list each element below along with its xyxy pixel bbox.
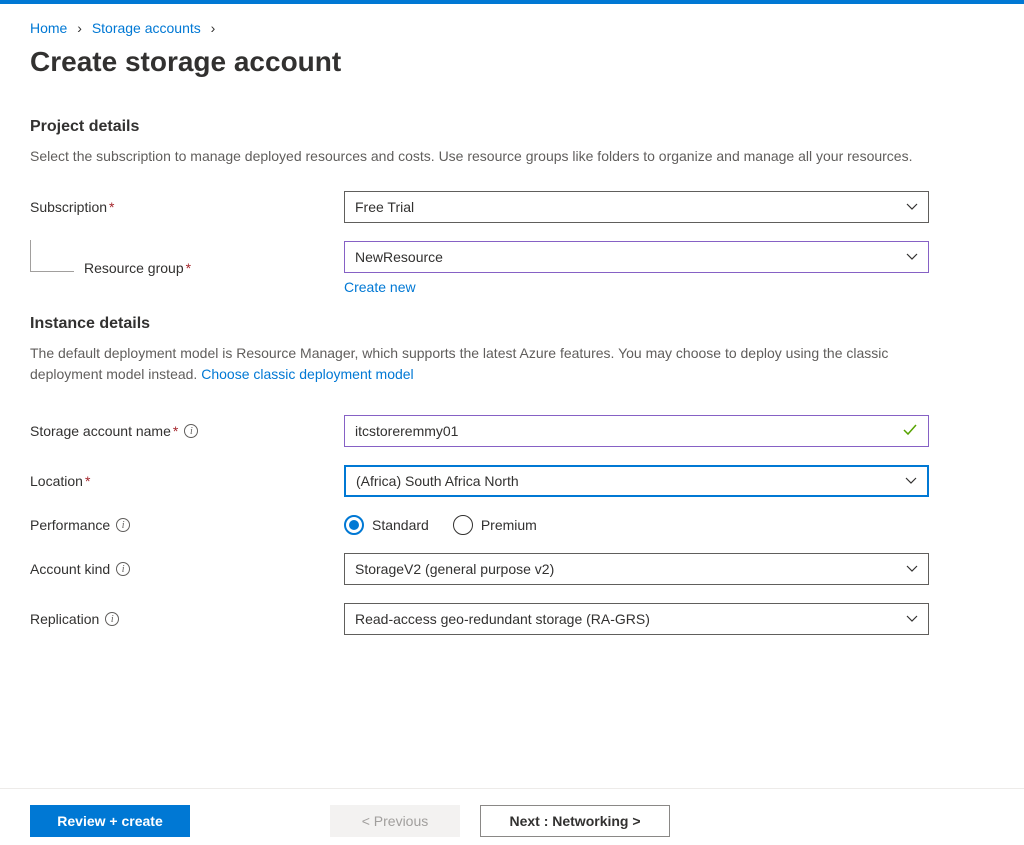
account-kind-select[interactable]: StorageV2 (general purpose v2)	[344, 553, 929, 585]
checkmark-icon	[902, 422, 918, 441]
storage-account-name-label: Storage account name* i	[30, 423, 344, 439]
location-select[interactable]: (Africa) South Africa North	[344, 465, 929, 497]
breadcrumb-storage-accounts[interactable]: Storage accounts	[92, 20, 201, 36]
performance-premium-label: Premium	[481, 517, 537, 533]
chevron-down-icon	[906, 563, 918, 575]
radio-selected-icon	[344, 515, 364, 535]
subscription-select[interactable]: Free Trial	[344, 191, 929, 223]
info-icon[interactable]: i	[116, 562, 130, 576]
resource-group-select[interactable]: NewResource	[344, 241, 929, 273]
replication-select[interactable]: Read-access geo-redundant storage (RA-GR…	[344, 603, 929, 635]
replication-value: Read-access geo-redundant storage (RA-GR…	[355, 611, 650, 627]
resource-group-value: NewResource	[355, 249, 443, 265]
chevron-down-icon	[905, 475, 917, 487]
breadcrumb-home[interactable]: Home	[30, 20, 67, 36]
choose-classic-link[interactable]: Choose classic deployment model	[201, 366, 413, 382]
subscription-label: Subscription*	[30, 199, 344, 215]
location-label: Location*	[30, 473, 344, 489]
chevron-down-icon	[906, 251, 918, 263]
page-title: Create storage account	[30, 46, 994, 78]
location-value: (Africa) South Africa North	[356, 473, 519, 489]
subscription-value: Free Trial	[355, 199, 414, 215]
info-icon[interactable]: i	[105, 612, 119, 626]
storage-account-name-value: itcstoreremmy01	[355, 423, 458, 439]
storage-account-name-input[interactable]: itcstoreremmy01	[344, 415, 929, 447]
performance-label: Performance i	[30, 517, 344, 533]
indent-connector	[30, 240, 74, 272]
previous-button[interactable]: < Previous	[330, 805, 460, 837]
chevron-down-icon	[906, 613, 918, 625]
breadcrumb: Home › Storage accounts ›	[30, 20, 994, 36]
review-create-button[interactable]: Review + create	[30, 805, 190, 837]
footer-bar: Review + create < Previous Next : Networ…	[0, 788, 1024, 845]
radio-unselected-icon	[453, 515, 473, 535]
info-icon[interactable]: i	[116, 518, 130, 532]
performance-premium-radio[interactable]: Premium	[453, 515, 537, 535]
resource-group-label: Resource group*	[84, 260, 191, 276]
create-new-link[interactable]: Create new	[344, 279, 929, 295]
info-icon[interactable]: i	[184, 424, 198, 438]
instance-details-heading: Instance details	[30, 315, 994, 333]
next-button[interactable]: Next : Networking >	[480, 805, 670, 837]
project-details-description: Select the subscription to manage deploy…	[30, 146, 950, 167]
instance-details-description: The default deployment model is Resource…	[30, 343, 950, 385]
chevron-right-icon: ›	[77, 20, 82, 36]
project-details-heading: Project details	[30, 118, 994, 136]
replication-label: Replication i	[30, 611, 344, 627]
performance-standard-label: Standard	[372, 517, 429, 533]
account-kind-label: Account kind i	[30, 561, 344, 577]
account-kind-value: StorageV2 (general purpose v2)	[355, 561, 554, 577]
chevron-right-icon: ›	[211, 20, 216, 36]
performance-standard-radio[interactable]: Standard	[344, 515, 429, 535]
chevron-down-icon	[906, 201, 918, 213]
